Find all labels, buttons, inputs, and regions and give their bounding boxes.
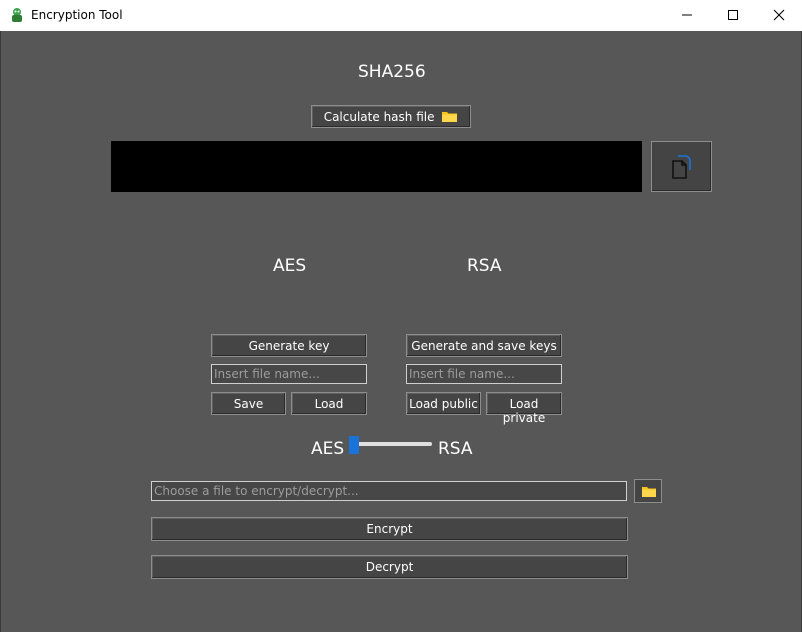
minimize-button[interactable]	[664, 0, 710, 31]
aes-title: AES	[273, 256, 307, 276]
app-window: Encryption Tool SHA256 Calculate hash fi…	[0, 0, 802, 632]
decrypt-button[interactable]: Decrypt	[151, 555, 628, 579]
copy-hash-button[interactable]	[651, 141, 712, 192]
hash-output-display	[111, 141, 642, 192]
generate-aes-key-label: Generate key	[248, 339, 330, 353]
aes-save-button[interactable]: Save	[211, 392, 286, 415]
minimize-icon	[682, 14, 692, 16]
rsa-filename-placeholder: Insert file name...	[409, 367, 515, 381]
folder-icon	[442, 112, 458, 122]
close-icon	[773, 9, 785, 21]
mode-label-rsa: RSA	[438, 439, 473, 459]
title-bar: Encryption Tool	[0, 0, 802, 31]
window-border-left	[0, 31, 1, 632]
sha256-title: SHA256	[358, 62, 426, 82]
window-title: Encryption Tool	[31, 8, 123, 22]
mode-slider-track[interactable]	[350, 442, 432, 446]
aes-load-button[interactable]: Load	[291, 392, 367, 415]
rsa-title: RSA	[467, 256, 502, 276]
mode-slider-handle[interactable]	[349, 436, 359, 454]
aes-filename-placeholder: Insert file name...	[214, 367, 320, 381]
maximize-button[interactable]	[710, 0, 756, 31]
app-logo-icon	[12, 8, 22, 22]
encrypt-label: Encrypt	[366, 522, 413, 536]
decrypt-label: Decrypt	[365, 560, 414, 574]
generate-rsa-keys-label: Generate and save keys	[411, 339, 557, 353]
file-path-placeholder: Choose a file to encrypt/decrypt...	[154, 484, 359, 498]
encrypt-button[interactable]: Encrypt	[151, 517, 628, 541]
rsa-load-private-label: Load private	[502, 397, 546, 425]
file-path-input[interactable]: Choose a file to encrypt/decrypt...	[151, 481, 627, 501]
rsa-load-private-button[interactable]: Load private	[486, 392, 562, 425]
browse-file-button[interactable]	[634, 479, 662, 503]
close-button[interactable]	[756, 0, 802, 31]
aes-load-label: Load	[314, 397, 344, 411]
generate-aes-key-button[interactable]: Generate key	[211, 334, 367, 357]
generate-rsa-keys-button[interactable]: Generate and save keys	[406, 334, 562, 357]
rsa-load-public-label: Load public	[409, 397, 478, 411]
aes-filename-input[interactable]: Insert file name...	[211, 364, 367, 384]
folder-icon	[642, 487, 656, 497]
aes-save-label: Save	[233, 397, 264, 411]
maximize-icon	[728, 10, 738, 20]
mode-label-aes: AES	[311, 439, 345, 459]
calculate-hash-label: Calculate hash file	[323, 110, 435, 124]
copy-document-icon	[672, 155, 691, 179]
rsa-load-public-button[interactable]: Load public	[406, 392, 481, 415]
rsa-filename-input[interactable]: Insert file name...	[406, 364, 562, 384]
calculate-hash-button[interactable]: Calculate hash file	[311, 105, 471, 128]
